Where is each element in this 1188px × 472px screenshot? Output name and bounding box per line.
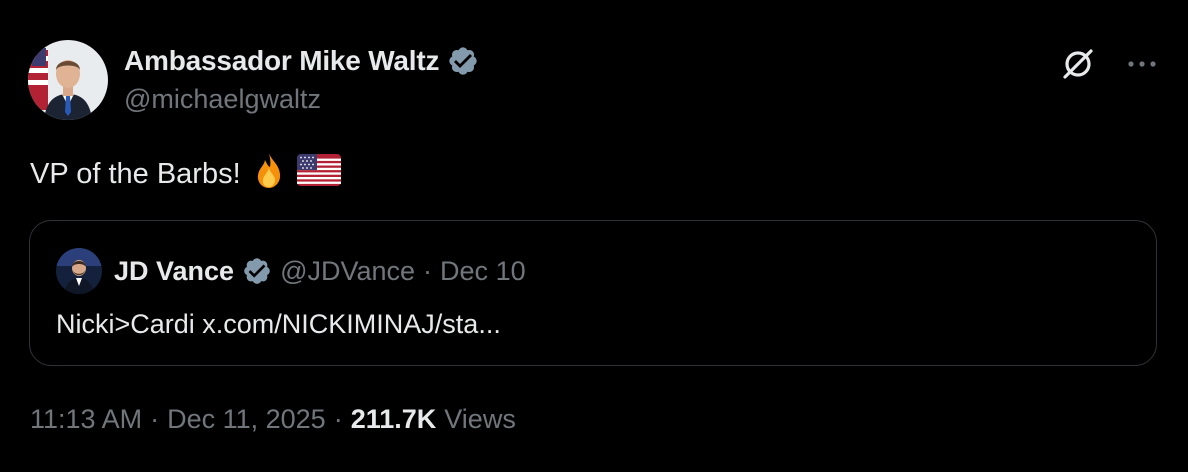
us-flag-emoji: [296, 154, 341, 194]
quote-header: JD Vance @JDVance · Dec 10: [56, 248, 526, 294]
tweet-time[interactable]: 11:13 AM: [30, 404, 142, 435]
tweet-meta: 11:13 AM · Dec 11, 2025 · 211.7K Views: [30, 404, 516, 435]
quote-verified-badge-icon: [242, 256, 272, 286]
tweet: Ambassador Mike Waltz @michaelgwaltz VP …: [0, 0, 1188, 472]
more-icon[interactable]: [1126, 58, 1158, 70]
grok-icon[interactable]: [1058, 44, 1098, 84]
verified-badge-icon[interactable]: [447, 45, 479, 77]
quote-tweet-card[interactable]: JD Vance @JDVance · Dec 10 Nicki>Cardi x…: [29, 220, 1157, 366]
tweet-date[interactable]: Dec 11, 2025: [167, 404, 326, 435]
fire-emoji: [249, 150, 289, 198]
meta-separator: ·: [150, 404, 160, 434]
quote-separator: ·: [423, 255, 433, 286]
quote-author-display-name[interactable]: JD Vance: [114, 256, 234, 287]
author-display-name[interactable]: Ambassador Mike Waltz: [124, 45, 439, 77]
quote-author-avatar[interactable]: [56, 248, 102, 294]
quote-author-handle[interactable]: @JDVance: [280, 256, 415, 287]
quote-text: Nicki>Cardi x.com/NICKIMINAJ/sta...: [56, 309, 501, 339]
author-avatar[interactable]: [28, 40, 108, 120]
quote-date[interactable]: Dec 10: [440, 256, 526, 287]
author-handle[interactable]: @michaelgwaltz: [124, 84, 479, 115]
views-count: 211.7K: [350, 404, 437, 434]
author-name-row: Ambassador Mike Waltz: [124, 42, 479, 80]
tweet-text-content: VP of the Barbs!: [30, 157, 241, 190]
author-info: Ambassador Mike Waltz @michaelgwaltz: [124, 42, 479, 115]
meta-separator: ·: [333, 404, 343, 434]
tweet-text: VP of the Barbs!: [30, 150, 341, 198]
views-label: Views: [444, 404, 516, 434]
top-actions: [1058, 44, 1158, 84]
